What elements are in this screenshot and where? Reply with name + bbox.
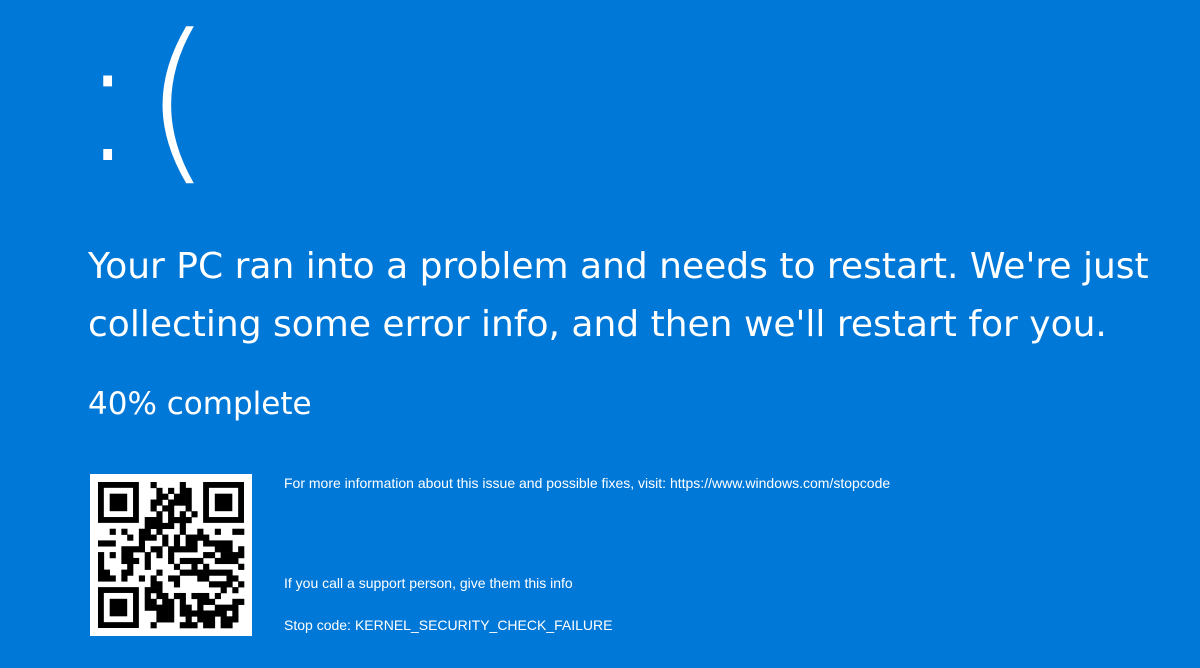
error-message: Your PC ran into a problem and needs to …	[88, 246, 1149, 345]
bsod-screen: :( Your PC ran into a problem and needs …	[0, 0, 1200, 668]
sad-face-emoticon: :(	[78, 0, 218, 202]
support-text: If you call a support person, give them …	[284, 575, 573, 591]
stop-code-value: KERNEL_SECURITY_CHECK_FAILURE	[354, 617, 613, 633]
stop-code-line: Stop code: KERNEL_SECURITY_CHECK_FAILURE	[284, 615, 612, 635]
qr-code-icon	[90, 474, 252, 636]
progress-text: 40% complete	[88, 386, 312, 422]
stop-code-label: Stop code:	[284, 617, 351, 633]
more-info-text: For more information about this issue an…	[284, 475, 891, 491]
